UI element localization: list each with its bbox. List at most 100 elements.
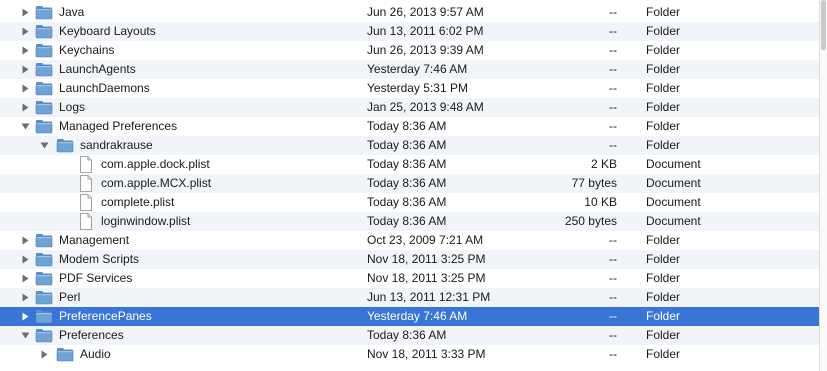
folder-row[interactable]: Modem Scripts Nov 18, 2011 3:25 PM -- Folde… — [0, 250, 819, 269]
disclosure-triangle-icon[interactable] — [38, 345, 50, 364]
item-name: Java — [59, 5, 85, 19]
item-size: -- — [609, 290, 617, 304]
disclosure-triangle-icon[interactable] — [19, 269, 31, 288]
item-date-modified: Yesterday 5:31 PM — [367, 81, 468, 95]
item-date-modified: Jun 26, 2013 9:57 AM — [367, 5, 484, 19]
disclosure-triangle-icon[interactable] — [19, 60, 31, 79]
folder-icon — [35, 270, 53, 287]
document-icon — [79, 213, 97, 230]
disclosure-triangle-icon[interactable] — [19, 307, 31, 326]
file-row[interactable]: com.apple.dock.plist Today 8:36 AM 2 KB Doc… — [0, 155, 819, 174]
item-date-modified: Oct 23, 2009 7:21 AM — [367, 233, 484, 247]
folder-row[interactable]: Preferences Today 8:36 AM -- Folder — [0, 326, 819, 345]
disclosure-triangle-icon[interactable] — [19, 22, 31, 41]
folder-row[interactable]: LaunchDaemons Yesterday 5:31 PM -- Folder — [0, 79, 819, 98]
disclosure-triangle-icon[interactable] — [19, 231, 31, 250]
scrollbar-thumb[interactable] — [821, 0, 826, 50]
folder-row[interactable]: PDF Services Nov 18, 2011 3:25 PM -- Folder — [0, 269, 819, 288]
item-size: -- — [609, 252, 617, 266]
document-icon — [79, 194, 97, 211]
item-kind: Folder — [646, 5, 681, 19]
disclosure-triangle-icon[interactable] — [19, 79, 31, 98]
folder-icon — [56, 137, 74, 154]
item-size: -- — [609, 24, 617, 38]
disclosure-triangle-expanded-icon[interactable] — [19, 326, 31, 345]
folder-row[interactable]: Perl Jun 13, 2011 12:31 PM -- Folder — [0, 288, 819, 307]
folder-icon — [56, 346, 74, 363]
item-date-modified: Today 8:36 AM — [367, 214, 447, 228]
folder-row[interactable]: Logs Jan 25, 2013 9:48 AM -- Folder — [0, 98, 819, 117]
item-name: Keychains — [59, 43, 115, 57]
item-name: Logs — [59, 100, 86, 114]
disclosure-triangle-icon[interactable] — [19, 41, 31, 60]
item-size: -- — [609, 347, 617, 361]
item-kind: Document — [646, 195, 701, 209]
file-row[interactable]: complete.plist Today 8:36 AM 10 KB Document — [0, 193, 819, 212]
folder-row[interactable]: PreferencePanes Yesterday 7:46 AM -- Folder — [0, 307, 819, 326]
item-date-modified: Nov 18, 2011 3:25 PM — [367, 252, 486, 266]
item-kind: Folder — [646, 290, 681, 304]
file-row[interactable]: loginwindow.plist Today 8:36 AM 250 bytes D… — [0, 212, 819, 231]
item-date-modified: Jun 13, 2011 6:02 PM — [367, 24, 484, 38]
item-size: -- — [609, 62, 617, 76]
item-size: -- — [609, 138, 617, 152]
item-name: PreferencePanes — [59, 309, 152, 323]
item-size: -- — [609, 271, 617, 285]
item-size: 2 KB — [590, 157, 617, 171]
item-name: Audio — [80, 347, 111, 361]
folder-icon — [35, 289, 53, 306]
document-icon — [79, 156, 97, 173]
item-date-modified: Today 8:36 AM — [367, 176, 447, 190]
item-date-modified: Jan 25, 2013 9:48 AM — [367, 100, 484, 114]
folder-icon — [35, 232, 53, 249]
item-date-modified: Jun 13, 2011 12:31 PM — [367, 290, 491, 304]
file-list: Java Jun 26, 2013 9:57 AM -- Folder Keyboard… — [0, 0, 819, 371]
folder-row[interactable]: Keychains Jun 26, 2013 9:39 AM -- Folder — [0, 41, 819, 60]
disclosure-triangle-expanded-icon[interactable] — [38, 136, 50, 155]
item-kind: Folder — [646, 347, 681, 361]
folder-row[interactable]: Audio Nov 18, 2011 3:33 PM -- Folder — [0, 345, 819, 364]
disclosure-triangle-icon[interactable] — [19, 3, 31, 22]
item-date-modified: Today 8:36 AM — [367, 195, 447, 209]
item-kind: Folder — [646, 24, 681, 38]
disclosure-triangle-icon[interactable] — [19, 250, 31, 269]
item-size: 77 bytes — [571, 176, 617, 190]
folder-row[interactable]: Managed Preferences Today 8:36 AM -- Folder — [0, 117, 819, 136]
item-size: -- — [609, 100, 617, 114]
item-date-modified: Today 8:36 AM — [367, 157, 447, 171]
folder-row[interactable]: LaunchAgents Yesterday 7:46 AM -- Folder — [0, 60, 819, 79]
item-kind: Folder — [646, 138, 681, 152]
folder-row[interactable]: Java Jun 26, 2013 9:57 AM -- Folder — [0, 3, 819, 22]
item-kind: Folder — [646, 271, 681, 285]
item-size: -- — [609, 5, 617, 19]
vertical-scrollbar[interactable] — [819, 0, 827, 371]
item-date-modified: Nov 18, 2011 3:33 PM — [367, 347, 486, 361]
item-name: com.apple.MCX.plist — [101, 176, 212, 190]
item-kind: Document — [646, 176, 701, 190]
folder-row[interactable]: Keyboard Layouts Jun 13, 2011 6:02 PM -- Fo… — [0, 22, 819, 41]
folder-icon — [35, 308, 53, 325]
disclosure-triangle-icon[interactable] — [19, 98, 31, 117]
item-size: -- — [609, 43, 617, 57]
folder-row[interactable]: sandrakrause Today 8:36 AM -- Folder — [0, 136, 819, 155]
folder-icon — [35, 118, 53, 135]
item-name: LaunchDaemons — [59, 81, 150, 95]
item-name: Managed Preferences — [59, 119, 178, 133]
item-kind: Folder — [646, 100, 681, 114]
item-name: com.apple.dock.plist — [101, 157, 210, 171]
file-row[interactable]: com.apple.MCX.plist Today 8:36 AM 77 bytes… — [0, 174, 819, 193]
item-date-modified: Jun 26, 2013 9:39 AM — [367, 43, 484, 57]
item-date-modified: Today 8:36 AM — [367, 138, 447, 152]
folder-icon — [35, 80, 53, 97]
item-date-modified: Today 8:36 AM — [367, 328, 447, 342]
disclosure-triangle-expanded-icon[interactable] — [19, 117, 31, 136]
item-size: -- — [609, 119, 617, 133]
item-size: -- — [609, 81, 617, 95]
folder-row[interactable]: Management Oct 23, 2009 7:21 AM -- Folder — [0, 231, 819, 250]
folder-icon — [35, 23, 53, 40]
disclosure-triangle-icon[interactable] — [19, 288, 31, 307]
item-name: Keyboard Layouts — [59, 24, 156, 38]
item-name: complete.plist — [101, 195, 175, 209]
item-kind: Folder — [646, 252, 681, 266]
item-name: sandrakrause — [80, 138, 153, 152]
